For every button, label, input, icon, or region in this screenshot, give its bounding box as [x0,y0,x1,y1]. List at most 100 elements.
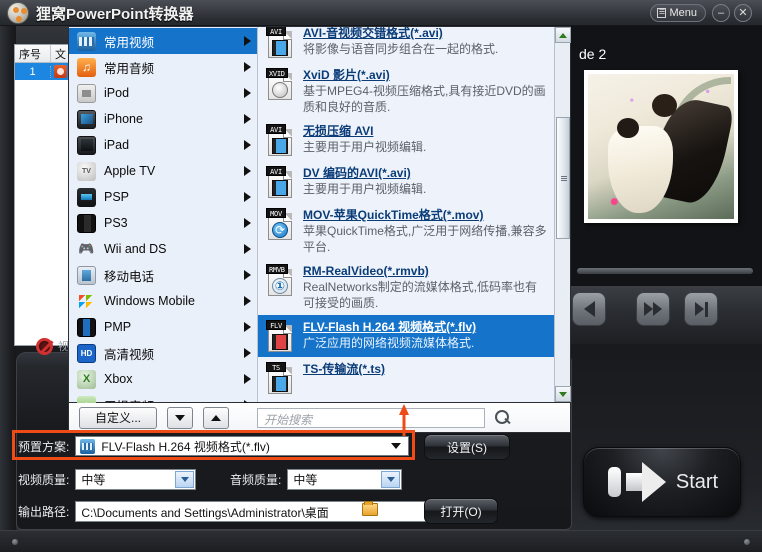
list-item[interactable]: AVI AVI-音视频交错格式(*.avi) 将影像与语音同步组合在一起的格式. [258,27,554,63]
scroll-down-button[interactable] [555,386,571,402]
chevron-right-icon [244,114,251,124]
category-label: PSP [104,190,130,204]
search-icon[interactable] [495,409,511,426]
windows-mobile-icon [77,292,96,311]
move-down-button[interactable] [167,406,193,429]
sidebar-item-iphone[interactable]: iPhone [69,106,257,132]
xvid-file-icon: XVID [266,67,296,101]
chevron-right-icon [244,140,251,150]
chevron-down-icon[interactable] [386,439,406,453]
sidebar-item-psp[interactable]: PSP [69,184,257,210]
ipod-icon [77,83,96,103]
sidebar-item-ipad[interactable]: iPad [69,132,257,158]
chevron-down-icon[interactable] [175,471,195,488]
customize-button[interactable]: 自定义... [79,406,157,429]
sidebar-item-ipod[interactable]: iPod [69,80,257,106]
scroll-up-button[interactable] [555,27,571,43]
settings-button[interactable]: 设置(S) [424,434,510,460]
format-description: 将影像与语音同步组合在一起的格式. [303,42,499,56]
list-item[interactable]: XVID XviD 影片(*.avi) 基于MPEG4-视频压缩格式,具有接近D… [258,63,554,119]
preset-select[interactable]: FLV-Flash H.264 视频格式(*.flv) [75,436,410,456]
category-label: PMP [104,320,132,334]
menu-button-label: Menu [669,7,697,19]
list-item[interactable]: MOV ⟳ MOV-苹果QuickTime格式(*.mov) 苹果QuickTi… [258,203,554,259]
mobile-phone-icon [77,265,96,285]
category-label: 高清视频 [104,347,155,362]
chevron-right-icon [244,166,251,176]
sidebar-item-pmp[interactable]: PMP [69,314,257,340]
minimize-button[interactable]: – [712,4,730,22]
sidebar-item-xbox[interactable]: Xbox [69,366,257,392]
fast-forward-button[interactable] [636,292,670,326]
folder-icon[interactable] [362,501,378,516]
open-button[interactable]: 打开(O) [424,498,498,524]
category-label: 移动电话 [104,269,155,284]
file-row-index: 1 [15,65,51,78]
sidebar-item-ps3[interactable]: PS3 [69,210,257,236]
close-button[interactable]: ✕ [734,4,752,22]
list-item[interactable]: RMVB ① RM-RealVideo(*.rmvb) RealNetworks… [258,259,554,315]
apple-tv-icon [77,161,96,181]
category-label: iPod [104,86,130,100]
format-title: RM-RealVideo(*.rmvb) [303,264,429,278]
start-button[interactable]: Start [583,447,741,517]
scrollbar-thumb[interactable] [556,117,570,239]
list-item-selected[interactable]: FLV FLV-Flash H.264 视频格式(*.flv) 广泛应用的网络视… [258,315,554,357]
format-tag: AVI [266,124,286,134]
list-item[interactable]: AVI 无损压缩 AVI 主要用于用户视频编辑. [258,119,554,161]
scroll-up-icon [559,32,567,38]
menu-button[interactable]: ☰ Menu [650,4,706,22]
video-quality-select[interactable]: 中等 [75,469,197,490]
chevron-right-icon [244,348,251,358]
title-bar: 狸窝PowerPoint转换器 ☰ Menu – ✕ [0,0,762,26]
skip-to-end-button[interactable] [684,292,718,326]
sidebar-item-common-audio[interactable]: 常用音频 [69,54,257,80]
format-title: 无损压缩 AVI [303,124,374,138]
category-label: 常用视频 [104,35,155,50]
chevron-down-icon[interactable] [381,471,401,488]
sidebar-item-windows-mobile[interactable]: Windows Mobile [69,288,257,314]
app-title: 狸窝PowerPoint转换器 [36,6,194,23]
format-title: XviD 影片(*.avi) [303,68,390,82]
sidebar-item-hd-video[interactable]: 高清视频 [69,340,257,366]
previous-button[interactable] [572,292,606,326]
format-description: 主要用于用户视频编辑. [303,182,427,196]
audio-quality-value: 中等 [293,473,318,487]
app-logo-icon [7,2,29,24]
category-list: 常用视频 常用音频 iPod iPhone iPad [69,27,258,415]
format-tag: RMVB [266,264,288,274]
pmp-icon [77,317,96,337]
format-description: 广泛应用的网络视频流媒体格式. [303,336,475,350]
list-item[interactable]: TS TS-传输流(*.ts) [258,357,554,399]
sidebar-item-mobile-phone[interactable]: 移动电话 [69,262,257,288]
video-quality-label: 视频质量: [18,473,70,487]
sidebar-item-apple-tv[interactable]: Apple TV [69,158,257,184]
psp-icon [77,187,96,207]
scroll-down-icon [559,391,567,397]
format-tag: TS [266,362,286,372]
list-item[interactable]: AVI DV 编码的AVI(*.avi) 主要用于用户视频编辑. [258,161,554,203]
preset-label: 预置方案: [18,439,70,454]
format-title: TS-传输流(*.ts) [303,362,385,376]
format-description: RealNetworks制定的流媒体格式,低码率也有可接受的画质. [303,280,538,310]
video-quality-group: 视频质量: 中等 [18,469,197,490]
move-up-button[interactable] [203,406,229,429]
column-header-index[interactable]: 序号 [15,45,51,62]
flv-file-icon: FLV [266,319,296,353]
sidebar-item-wii-and-ds[interactable]: Wii and DS [69,236,257,262]
prohibited-icon[interactable] [36,337,53,355]
sidebar-item-common-video[interactable]: 常用视频 [69,28,257,54]
bottom-rail [0,530,762,552]
category-label: PS3 [104,216,128,230]
seek-bar[interactable] [577,268,753,274]
format-dropdown-panel: 常用视频 常用音频 iPod iPhone iPad [68,26,571,415]
category-label: Xbox [104,372,133,386]
format-list-scrollbar[interactable] [554,27,571,402]
chevron-down-icon [175,414,185,421]
format-tag: FLV [266,320,286,330]
output-path-label: 输出路径: [18,504,70,519]
search-input[interactable]: 开始搜索 [257,407,485,428]
audio-quality-select[interactable]: 中等 [287,469,403,490]
format-title: AVI-音视频交错格式(*.avi) [303,27,443,40]
format-tag: MOV [266,208,286,218]
